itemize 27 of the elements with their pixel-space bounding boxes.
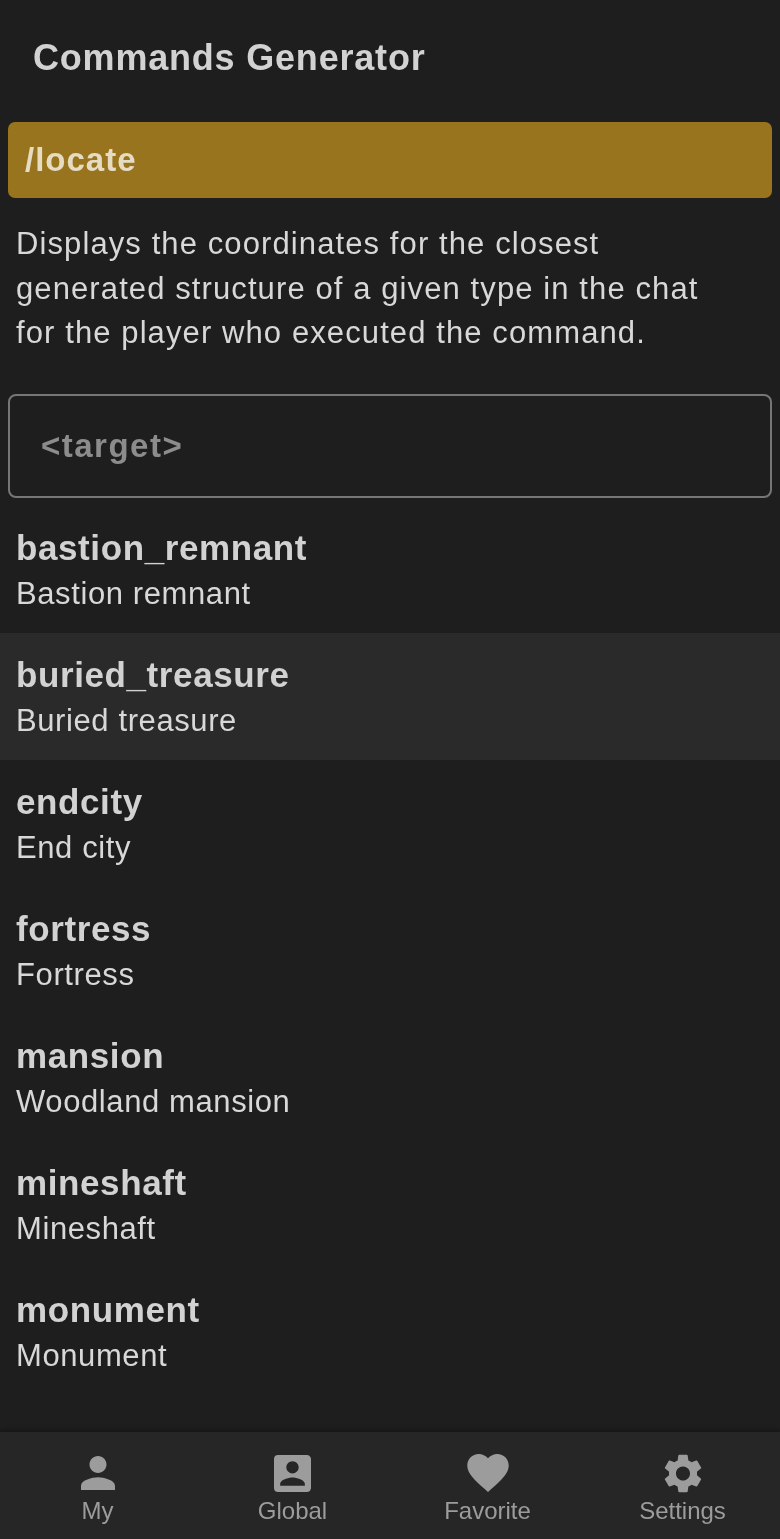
app-title: Commands Generator [33, 36, 426, 80]
structure-id: mineshaft [16, 1161, 187, 1204]
structure-id: buried_treasure [16, 653, 290, 696]
nav-tab[interactable]: Global [195, 1432, 390, 1539]
structure-id: endcity [16, 780, 143, 823]
structure-id: fortress [16, 907, 152, 950]
list-item[interactable]: buried_treasure Buried treasure [0, 632, 780, 760]
structure-id: monument [16, 1288, 200, 1331]
target-field[interactable]: <target> [8, 393, 772, 498]
command-header: /locate [8, 122, 772, 198]
heart-icon [466, 1454, 509, 1492]
nav-tab[interactable]: Settings [585, 1432, 780, 1539]
structure-id: bastion_remnant [16, 526, 307, 569]
structure-name: Fortress [16, 955, 135, 994]
structure-name: Woodland mansion [16, 1082, 291, 1121]
structure-name: Buried treasure [16, 701, 237, 740]
nav-tab[interactable]: Favorite [390, 1432, 585, 1539]
contact-card-icon [274, 1454, 311, 1492]
command-description: Displays the coordinates for the closest generated structure of a given type in the chat for the player who executed the command. [15, 225, 700, 352]
settings-icon [663, 1453, 702, 1493]
structure-name: Bastion remnant [16, 574, 251, 613]
nav-tab[interactable]: My [0, 1432, 195, 1539]
structure-id: mansion [16, 1034, 165, 1077]
structure-name: Monument [16, 1336, 168, 1375]
structure-name: Mineshaft [16, 1209, 156, 1248]
person-icon [80, 1456, 115, 1490]
structure-name: End city [16, 828, 132, 867]
